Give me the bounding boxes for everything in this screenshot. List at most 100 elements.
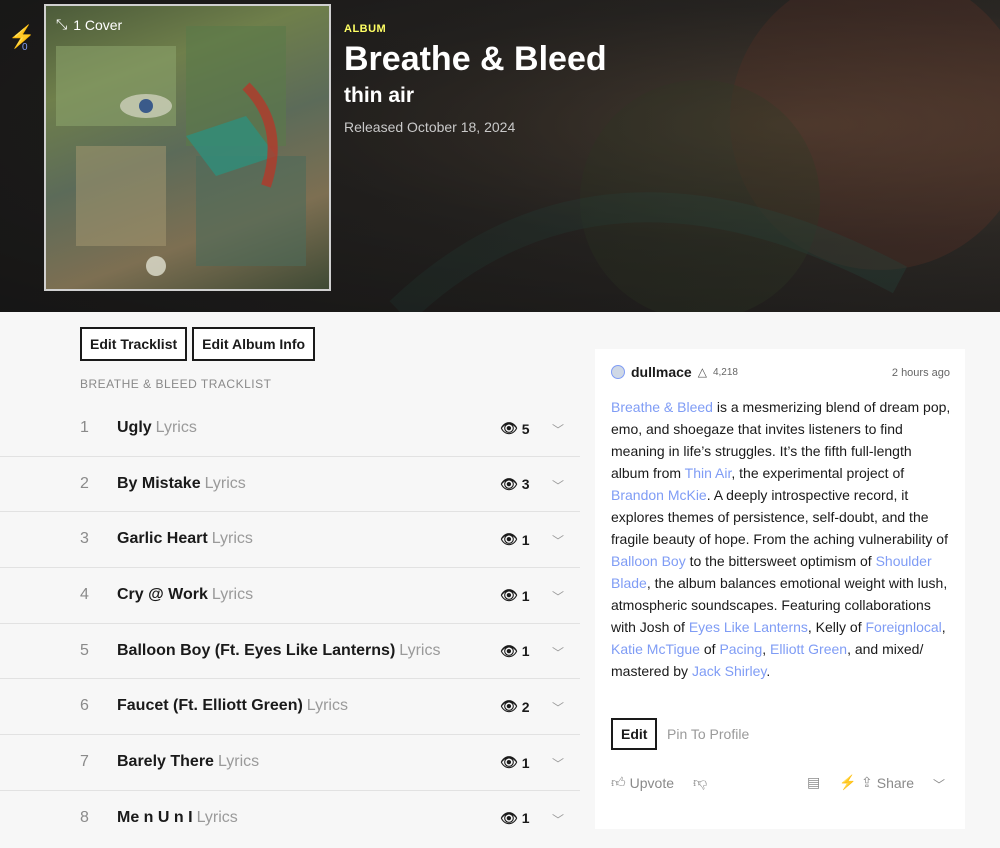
eye-icon: 👁︎ [500, 587, 518, 604]
comment-icon[interactable]: ▤ [807, 774, 820, 791]
view-count: 5 [521, 420, 530, 437]
chevron-down-icon[interactable]: ﹀ [552, 699, 564, 716]
chevron-down-icon[interactable]: ﹀ [552, 477, 564, 494]
chevron-down-icon[interactable]: ﹀ [552, 588, 564, 605]
chevron-down-icon[interactable]: ﹀ [552, 644, 564, 661]
track-lyrics-label: Lyrics [217, 753, 260, 771]
view-count: 1 [521, 754, 530, 771]
chevron-down-icon[interactable]: ﹀ [552, 811, 564, 828]
track-row[interactable]: 7 Barely There Lyrics 👁︎ 1 ﹀ [0, 735, 580, 791]
edit-album-info-button[interactable]: Edit Album Info [192, 327, 316, 361]
track-views: 👁︎ 5 [500, 420, 530, 437]
cover-label[interactable]: ⤡ 1 Cover [56, 16, 122, 33]
annotation-link[interactable]: Elliott Green [770, 641, 847, 657]
view-count: 1 [521, 587, 530, 604]
view-count: 3 [521, 476, 530, 493]
cover-art [56, 26, 306, 276]
view-count: 1 [521, 810, 530, 827]
eye-icon: 👁︎ [500, 642, 518, 659]
track-number: 6 [80, 697, 89, 715]
track-title-link[interactable]: Garlic Heart Lyrics [117, 530, 253, 548]
chevron-down-icon[interactable]: ﹀ [933, 776, 945, 793]
track-title: Ugly [117, 419, 152, 436]
edit-buttons: Edit Tracklist Edit Album Info [80, 327, 316, 361]
track-lyrics-label: Lyrics [399, 641, 441, 659]
track-number: 7 [80, 753, 89, 771]
share-button[interactable]: ⇪ Share [861, 774, 914, 791]
annotation-time: 2 hours ago [891, 367, 950, 379]
annotation-link[interactable]: Thin Air [685, 465, 732, 481]
annotation-text: to the bittersweet optimism of [685, 553, 876, 569]
annotation-author[interactable]: dullmace △ 4,218 [611, 364, 738, 380]
track-lyrics-label: Lyrics [211, 530, 253, 548]
track-title-link[interactable]: Balloon Boy (Ft. Eyes Like Lanterns) Lyri… [117, 642, 440, 660]
avatar [611, 365, 625, 379]
annotation-link[interactable]: Jack Shirley [692, 663, 766, 679]
annotation-text: . [766, 663, 771, 679]
author-name[interactable]: dullmace [631, 364, 692, 380]
track-lyrics-label: Lyrics [204, 474, 246, 492]
album-type-tag: ALBUM [344, 23, 387, 35]
track-row[interactable]: 4 Cry @ Work Lyrics 👁︎ 1 ﹀ [0, 568, 580, 624]
edit-tracklist-button[interactable]: Edit Tracklist [80, 327, 188, 361]
annotation-link[interactable]: Breathe & Bleed [611, 399, 713, 415]
upvote-button[interactable]: 👍︎ Upvote [611, 774, 674, 791]
track-row[interactable]: 1 Ugly Lyrics 👁︎ 5 ﹀ [0, 401, 580, 457]
track-views: 👁︎ 1 [500, 531, 530, 548]
annotation-text: , Kelly of [807, 619, 866, 635]
chevron-down-icon[interactable]: ﹀ [552, 421, 564, 438]
track-title-link[interactable]: Faucet (Ft. Elliott Green) Lyrics [117, 697, 348, 715]
track-row[interactable]: 6 Faucet (Ft. Elliott Green) Lyrics 👁︎ 2 ﹀ [0, 679, 580, 736]
annotation-link[interactable]: Foreignlocal [866, 619, 942, 635]
track-views: 👁︎ 1 [500, 643, 530, 660]
notification-count: 0 [22, 42, 28, 53]
track-row[interactable]: 5 Balloon Boy (Ft. Eyes Like Lanterns) Lyr… [0, 624, 580, 680]
track-number: 4 [80, 586, 89, 604]
chevron-down-icon[interactable]: ﹀ [552, 532, 564, 549]
edit-annotation-button[interactable]: Edit [611, 718, 658, 750]
track-title-link[interactable]: Me n U n I Lyrics [117, 809, 238, 827]
thumbs-down-icon[interactable]: 👎︎ [693, 774, 707, 791]
track-title: Balloon Boy (Ft. Eyes Like Lanterns) [117, 641, 396, 659]
view-count: 1 [521, 643, 530, 660]
annotation-link[interactable]: Balloon Boy [611, 553, 686, 569]
chevron-down-icon[interactable]: ﹀ [552, 755, 564, 772]
track-title-link[interactable]: Cry @ Work Lyrics [117, 586, 253, 604]
release-date: Released October 18, 2024 [344, 119, 516, 135]
annotation-body: Breathe & Bleed is a mesmerizing blend o… [611, 396, 951, 682]
expand-icon: ⤡ [56, 16, 68, 32]
tracklist: 1 Ugly Lyrics 👁︎ 5 ﹀ 2 By Mistake Lyrics 👁︎ 3 ﹀ 3 Gar… [0, 401, 580, 847]
album-title: Breathe & Bleed [344, 40, 607, 78]
annotation-text: , [762, 641, 771, 657]
eye-icon: 👁︎ [500, 754, 518, 771]
track-title-link[interactable]: Ugly Lyrics [117, 419, 197, 437]
eye-icon: 👁︎ [500, 531, 518, 548]
artist-link[interactable]: thin air [344, 84, 414, 108]
track-views: 👁︎ 1 [500, 587, 530, 604]
track-title-link[interactable]: Barely There Lyrics [117, 753, 259, 771]
track-title-link[interactable]: By Mistake Lyrics [117, 475, 246, 493]
annotation-link[interactable]: Pacing [719, 641, 762, 657]
track-lyrics-label: Lyrics [306, 697, 348, 715]
tracklist-heading: BREATHE & BLEED TRACKLIST [80, 377, 272, 391]
eye-icon: 👁︎ [500, 698, 518, 715]
view-count: 2 [521, 698, 530, 715]
pin-to-profile-button[interactable]: Pin To Profile [667, 726, 749, 742]
track-title: By Mistake [117, 474, 201, 492]
track-row[interactable]: 3 Garlic Heart Lyrics 👁︎ 1 ﹀ [0, 512, 580, 569]
annotation-link[interactable]: Eyes Like Lanterns [689, 619, 808, 635]
bolt-icon[interactable]: ⚡ [839, 774, 856, 791]
album-cover[interactable]: ⤡ 1 Cover [44, 4, 331, 291]
track-title: Faucet (Ft. Elliott Green) [117, 697, 303, 715]
annotation-link[interactable]: Katie McTigue [611, 641, 700, 657]
track-number: 5 [80, 641, 89, 659]
track-row[interactable]: 2 By Mistake Lyrics 👁︎ 3 ﹀ [0, 457, 580, 513]
eye-icon: 👁︎ [500, 809, 518, 826]
iq-icon: △ [697, 365, 707, 379]
thumbs-up-icon: 👍︎ [611, 774, 626, 790]
track-title: Garlic Heart [117, 530, 208, 548]
eye-icon: 👁︎ [500, 420, 518, 436]
track-lyrics-label: Lyrics [211, 586, 254, 604]
track-row[interactable]: 8 Me n U n I Lyrics 👁︎ 1 ﹀ [0, 791, 580, 847]
annotation-link[interactable]: Brandon McKie [611, 487, 707, 503]
